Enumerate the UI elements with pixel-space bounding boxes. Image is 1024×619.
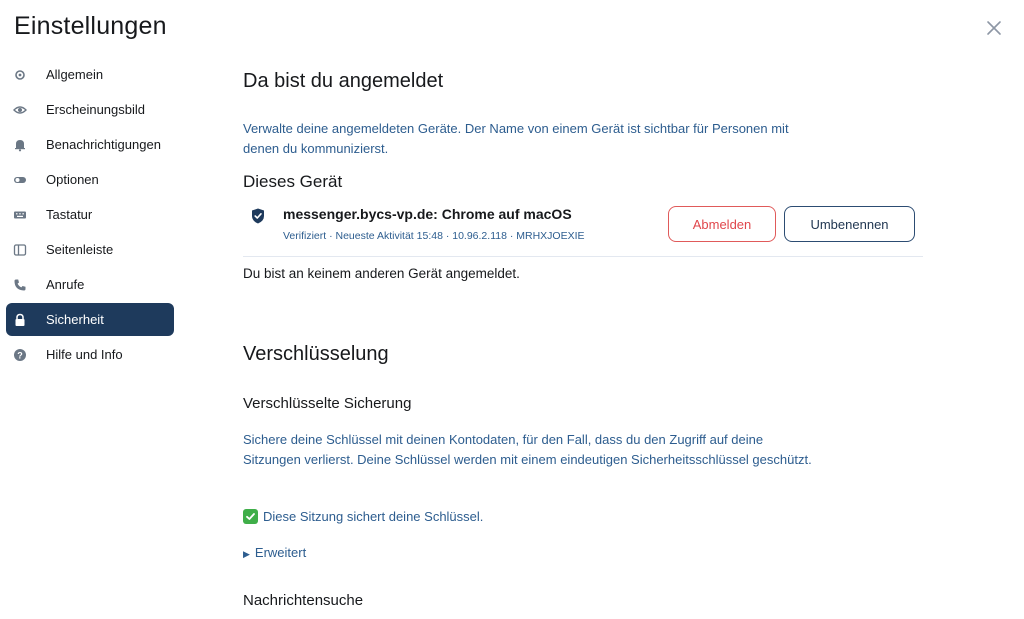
sidebar-item-optionen[interactable]: Optionen [6, 163, 174, 196]
sidebar-item-label: Allgemein [46, 67, 104, 82]
bell-icon [12, 137, 28, 153]
toggle-icon [12, 172, 28, 188]
message-search-heading: Nachrichtensuche [243, 592, 364, 609]
sidebar-item-tastatur[interactable]: Tastatur [6, 198, 174, 231]
device-name: messenger.bycs-vp.de: Chrome auf macOS [283, 206, 572, 222]
sidebar-item-benachrichtigungen[interactable]: Benachrichtigungen [6, 128, 174, 161]
svg-text:?: ? [17, 350, 23, 360]
sidebar-item-label: Sicherheit [46, 312, 104, 327]
sidebar-item-hilfe-und-info[interactable]: ? Hilfe und Info [6, 338, 174, 371]
sidebar-item-label: Optionen [46, 172, 99, 187]
sidebar-item-seitenleiste[interactable]: Seitenleiste [6, 233, 174, 266]
sidebar-icon [12, 242, 28, 258]
sidebar-item-label: Anrufe [46, 277, 85, 292]
close-button[interactable] [980, 14, 1008, 42]
backup-status-text: Diese Sitzung sichert deine Schlüssel. [263, 509, 484, 524]
sidebar-item-anrufe[interactable]: Anrufe [6, 268, 174, 301]
dialog-title: Einstellungen [14, 12, 167, 40]
shield-check-icon [252, 208, 264, 224]
close-icon [987, 21, 1001, 35]
backup-heading: Verschlüsselte Sicherung [243, 395, 412, 412]
current-device-row: messenger.bycs-vp.de: Chrome auf macOS V… [243, 200, 923, 257]
signout-button[interactable]: Abmelden [668, 206, 776, 242]
help-icon: ? [12, 347, 28, 363]
backup-status: Diese Sitzung sichert deine Schlüssel. [243, 509, 483, 524]
advanced-toggle[interactable]: ▶ Erweitert [243, 545, 306, 560]
lock-icon [12, 312, 28, 328]
backup-description: Sichere deine Schlüssel mit deinen Konto… [243, 432, 812, 467]
no-other-devices-text: Du bist an keinem anderen Gerät angemeld… [243, 266, 520, 281]
settings-dialog: Einstellungen Allgemein Erscheinungsbild… [0, 0, 1024, 619]
sessions-description: Verwalte deine angemeldeten Geräte. Der … [243, 121, 789, 156]
settings-sidebar: Allgemein Erscheinungsbild Benachrichtig… [6, 58, 174, 373]
triangle-right-icon: ▶ [243, 549, 250, 559]
gear-icon [12, 67, 28, 83]
sidebar-item-allgemein[interactable]: Allgemein [6, 58, 174, 91]
eye-icon [12, 102, 28, 118]
sidebar-item-label: Benachrichtigungen [46, 137, 161, 152]
advanced-label: Erweitert [254, 545, 307, 560]
this-device-heading: Dieses Gerät [243, 172, 343, 191]
encryption-heading: Verschlüsselung [243, 343, 389, 365]
sidebar-item-label: Hilfe und Info [46, 347, 123, 362]
keyboard-icon [12, 207, 28, 223]
sidebar-item-label: Tastatur [46, 207, 93, 222]
device-meta: Verifiziert · Neueste Aktivität 15:48 · … [283, 230, 585, 242]
sidebar-item-label: Seitenleiste [46, 242, 114, 257]
sidebar-item-erscheinungsbild[interactable]: Erscheinungsbild [6, 93, 174, 126]
sidebar-item-label: Erscheinungsbild [46, 102, 146, 117]
check-icon [243, 509, 258, 524]
phone-icon [12, 277, 28, 293]
sessions-heading: Da bist du angemeldet [243, 70, 444, 92]
sidebar-item-sicherheit[interactable]: Sicherheit [6, 303, 174, 336]
rename-button[interactable]: Umbenennen [784, 206, 915, 242]
